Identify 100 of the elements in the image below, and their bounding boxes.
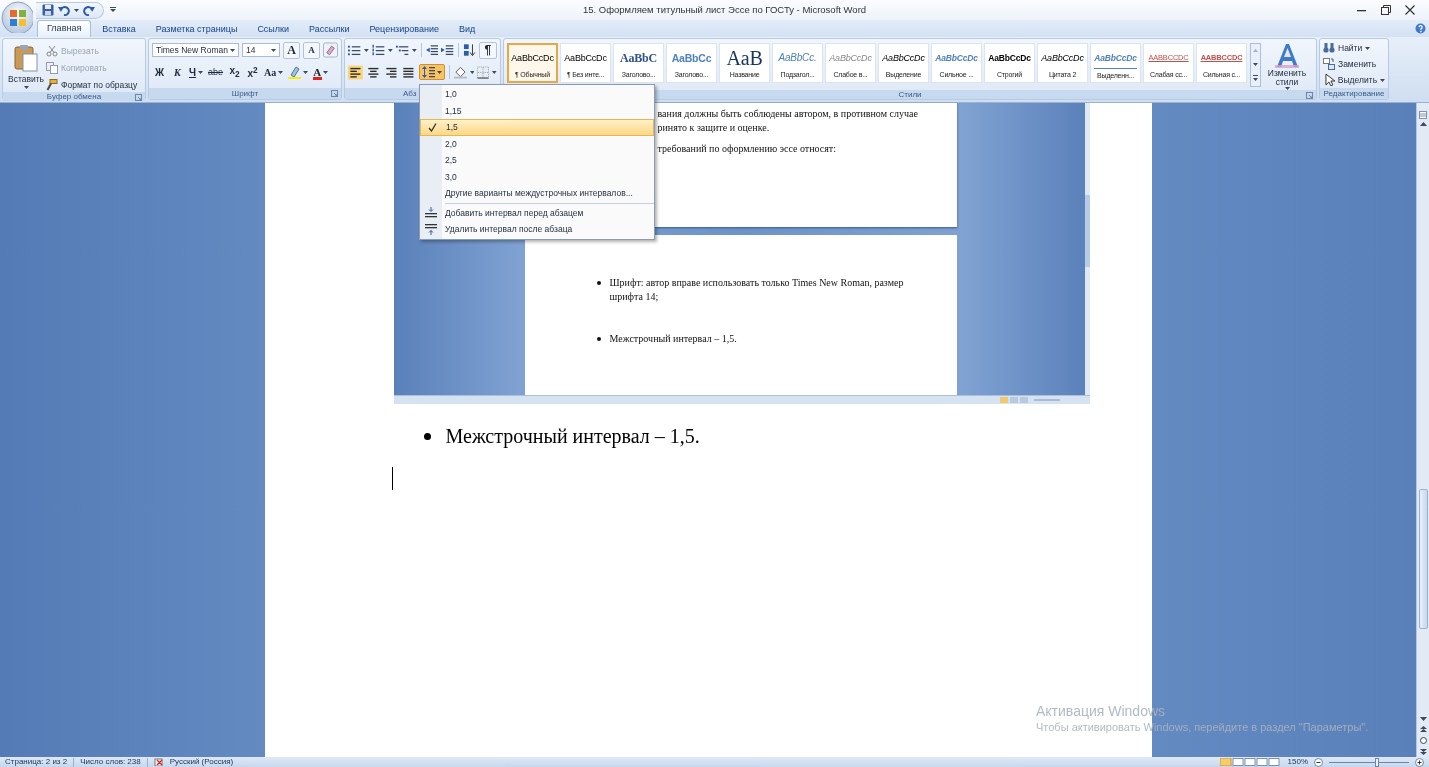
show-marks-button[interactable]: ¶	[478, 41, 497, 59]
change-case-button[interactable]: Aa	[263, 64, 285, 80]
ribbon-tab[interactable]: Вставка	[93, 22, 145, 37]
help-icon[interactable]	[1415, 23, 1426, 34]
shrink-font-button[interactable]: A	[302, 41, 320, 59]
menu-item[interactable]: Добавить интервал перед абзацем	[420, 204, 654, 221]
zoom-level: 150%	[1287, 757, 1308, 767]
select-button[interactable]: Выделить	[1323, 73, 1385, 87]
menu-item[interactable]: 1,15	[420, 102, 654, 119]
highlight-button[interactable]	[287, 64, 310, 80]
menu-item[interactable]: Другие варианты междустрочных интервалов...	[420, 185, 654, 202]
paintbrush-icon	[46, 79, 58, 91]
caret-icon	[412, 48, 417, 52]
superscript-button[interactable]: x$^{2}$	[245, 64, 261, 80]
scroll-down-icon[interactable]	[1419, 717, 1427, 721]
previous-page-icon[interactable]	[1419, 726, 1427, 732]
zoom-in-icon[interactable]	[1415, 757, 1424, 767]
caret-icon	[303, 70, 309, 74]
menu-item[interactable]: 2,5	[420, 152, 654, 169]
numbered-list-icon[interactable]	[372, 44, 386, 56]
clear-format-icon[interactable]	[322, 42, 338, 58]
menu-item[interactable]: 2,0	[420, 135, 654, 152]
line-spacing-icon	[422, 66, 436, 78]
change-styles-button[interactable]: Изменить стили	[1265, 43, 1309, 90]
style-preview: AaBbCcDc	[935, 52, 978, 65]
menu-item[interactable]: 1,0	[420, 86, 654, 103]
embedded-text: требований по оформлению эссе относят:	[657, 142, 837, 156]
zoom-slider-thumb[interactable]	[1375, 757, 1379, 767]
add-space-icon	[425, 206, 437, 219]
close-icon[interactable]	[1405, 5, 1415, 15]
line-spacing-button[interactable]	[419, 64, 445, 80]
underline-button[interactable]: Ч	[188, 64, 205, 80]
spelling-icon[interactable]	[153, 758, 164, 766]
embedded-text: ринято к защите и оценке.	[657, 121, 771, 135]
document-text: Межстрочный интервал – 1,5.	[445, 424, 700, 448]
clipboard-icon	[14, 44, 38, 72]
caret-icon	[323, 70, 329, 74]
ruler-toggle-icon[interactable]	[1419, 111, 1427, 119]
language-indicator: Русский (Россия)	[169, 757, 234, 767]
grow-font-button[interactable]: A	[282, 41, 300, 59]
strikethrough-button[interactable]: abe	[207, 64, 225, 80]
decrease-indent-icon[interactable]	[425, 44, 439, 56]
next-page-icon[interactable]	[1419, 749, 1427, 755]
ribbon-tab[interactable]: Главная	[37, 20, 92, 37]
save-icon[interactable]	[42, 4, 54, 16]
bullet-icon	[596, 337, 601, 341]
dialog-launcher-icon[interactable]	[331, 90, 338, 97]
style-preview: AaBbCcDc	[882, 52, 925, 65]
style-preview: AaBbCcDc	[1041, 52, 1084, 65]
browse-object-icon[interactable]	[1419, 737, 1427, 744]
font-name-field[interactable]: Times New Roman	[152, 43, 239, 57]
bold-button[interactable]: Ж	[152, 64, 167, 80]
marker-icon	[288, 65, 302, 79]
align-left-button[interactable]	[348, 64, 363, 80]
customize-caret-icon[interactable]	[110, 7, 116, 13]
bullet-list-icon[interactable]	[348, 44, 362, 56]
ribbon-tab[interactable]: Разметка страницы	[146, 22, 247, 37]
zoom-out-icon[interactable]	[1314, 757, 1323, 767]
style-preview: AaB	[726, 48, 763, 68]
scissors-icon	[46, 45, 58, 57]
italic-button[interactable]: К	[170, 64, 185, 80]
scroll-up-icon[interactable]	[1419, 122, 1427, 126]
scroll-thumb[interactable]	[1418, 489, 1428, 629]
font-size-field[interactable]: 14	[241, 43, 280, 57]
replace-button[interactable]: Заменить	[1323, 57, 1385, 71]
word-count: Число слов: 238	[80, 757, 141, 767]
increase-indent-icon[interactable]	[441, 44, 454, 56]
embedded-text: Шрифт: автор вправе использовать только Times New Roman, размер шрифта 14;	[609, 276, 905, 304]
ribbon-tab[interactable]: Вид	[449, 22, 485, 37]
view-buttons-icon[interactable]	[1219, 758, 1282, 766]
restore-icon[interactable]	[1381, 5, 1391, 15]
dialog-launcher-icon[interactable]	[1306, 91, 1313, 99]
paste-button[interactable]: Вставить	[6, 42, 46, 92]
undo-icon[interactable]	[58, 4, 70, 16]
multilevel-list-icon[interactable]	[396, 44, 410, 56]
caret-icon	[198, 70, 204, 74]
dialog-launcher-icon[interactable]	[135, 94, 142, 101]
format-painter-button[interactable]: Формат по образцу	[46, 78, 138, 92]
borders-icon[interactable]	[477, 65, 490, 79]
group-label: Стили	[898, 89, 922, 99]
style-preview: AaBbCcDc	[829, 52, 872, 65]
sort-icon[interactable]	[462, 43, 476, 57]
menu-item[interactable]: Удалить интервал после абзаца	[420, 221, 654, 238]
font-color-button[interactable]: A	[312, 64, 330, 80]
style-preview: AaBbCc	[671, 51, 712, 66]
check-icon	[427, 122, 437, 132]
ribbon-tab[interactable]: Рецензирование	[360, 22, 448, 37]
redo-icon[interactable]	[83, 4, 95, 16]
vertical-scrollbar[interactable]	[1416, 103, 1429, 757]
bullet-icon	[596, 281, 601, 285]
shading-icon[interactable]	[453, 65, 467, 79]
find-button[interactable]: Найти	[1323, 41, 1385, 55]
subscript-button[interactable]: x$_{2}$	[227, 64, 243, 80]
gallery-scroll-icon[interactable]	[1250, 43, 1261, 87]
menu-item[interactable]: 3,0	[420, 168, 654, 185]
caret-icon	[74, 8, 79, 12]
ribbon-tab[interactable]: Ссылки	[248, 22, 299, 37]
menu-item[interactable]: 1,5	[420, 119, 654, 136]
ribbon-tab[interactable]: Рассылки	[300, 22, 359, 37]
caret-icon	[278, 70, 284, 74]
